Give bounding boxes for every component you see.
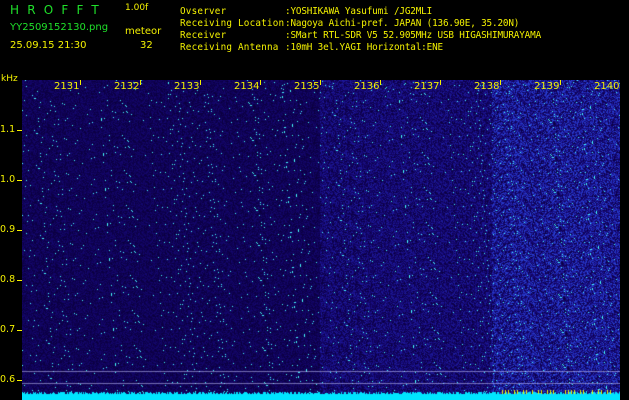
observer-value: :YOSHIKAWA Yasufumi /JG2MLI [285,6,433,17]
x-tick-label: 2139 [534,81,560,92]
y-tick-mark [17,330,22,331]
x-tick-label: 2137 [414,81,440,92]
app-version: 1.00f [125,3,149,13]
y-tick-label: 0.8 [0,274,16,285]
app-logo: HROFFT [10,3,107,17]
x-tick-mark [320,80,321,85]
x-tick-mark [200,80,201,85]
y-tick-mark [17,280,22,281]
detection-count: 32 [140,40,153,51]
receiver-value: :SMart RTL-SDR V5 52.905MHz USB HIGASHIM… [285,30,542,41]
x-tick-label: 2132 [114,81,140,92]
x-tick-mark [80,80,81,85]
x-tick-label: 2133 [174,81,200,92]
y-tick-label: 0.9 [0,224,16,235]
antenna-value: :10mH 3el.YAGI Horizontal:ENE [285,42,443,53]
x-tick-label: 2135 [294,81,320,92]
x-tick-label: 2134 [234,81,260,92]
spectrogram-canvas [22,80,620,400]
y-axis-unit: kHz [1,74,18,84]
x-tick-label: 2140 [594,81,620,92]
y-tick-mark [17,180,22,181]
y-tick-label: 0.6 [0,374,16,385]
location-label: Receiving Location [180,18,285,29]
observer-label: Ovserver [180,6,227,17]
y-tick-label: 1.1 [0,124,16,135]
x-tick-mark [500,80,501,85]
x-tick-mark [140,80,141,85]
y-tick-label: 0.7 [0,324,16,335]
y-tick-label: 1.0 [0,174,16,185]
date-time: 25.09.15 21:30 [10,40,87,51]
y-tick-mark [17,380,22,381]
x-tick-mark [560,80,561,85]
x-tick-label: 2138 [474,81,500,92]
x-tick-mark [440,80,441,85]
antenna-label: Receiving Antenna [180,42,279,53]
mode-label: meteor [125,26,162,37]
x-tick-mark [260,80,261,85]
location-value: :Nagoya Aichi-pref. JAPAN (136.90E, 35.2… [285,18,520,29]
x-tick-label: 2131 [54,81,80,92]
x-tick-mark [380,80,381,85]
file-name: YY2509152130.png [10,22,109,33]
y-tick-mark [17,130,22,131]
receiver-label: Receiver [180,30,227,41]
spectrogram-plot [22,80,620,400]
y-tick-mark [17,230,22,231]
x-tick-label: 2136 [354,81,380,92]
hrofft-window: HROFFT 1.00f YY2509152130.png meteor 25.… [0,0,629,400]
